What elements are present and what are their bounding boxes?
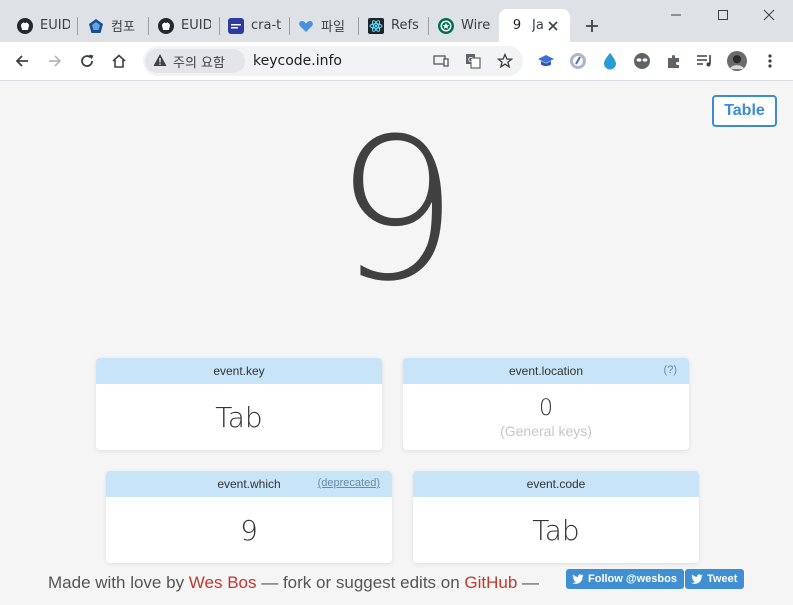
browser-chrome: EUID 컴포 EUID cra-t 파일 Refs Wire 9 Ja 주의 …	[0, 0, 793, 81]
github-icon	[17, 17, 33, 34]
footer-suffix: —	[517, 573, 540, 592]
card-body: Tab	[96, 384, 382, 450]
security-chip[interactable]: 주의 요함	[145, 49, 245, 73]
card-header: event.key	[96, 358, 382, 384]
home-icon[interactable]	[108, 50, 130, 72]
tab-euid-1[interactable]: EUID	[7, 9, 77, 42]
event-code-value: Tab	[532, 513, 580, 547]
tab-refs[interactable]: Refs	[358, 9, 428, 42]
keycode-icon: 9	[509, 18, 525, 34]
github-link[interactable]: GitHub	[464, 573, 517, 592]
reload-icon[interactable]	[76, 50, 98, 72]
card-title: event.location	[508, 364, 584, 378]
card-title: event.which	[217, 477, 281, 491]
svg-text:G: G	[468, 56, 473, 64]
event-location-value: 0	[539, 395, 553, 421]
address-bar[interactable]: 주의 요함 keycode.info G	[143, 46, 523, 76]
minimize-icon[interactable]	[665, 4, 687, 26]
graduation-cap-icon[interactable]	[536, 51, 556, 71]
tab-euid-2[interactable]: EUID	[148, 9, 218, 42]
forward-icon[interactable]	[44, 50, 66, 72]
tab-title: EUID	[40, 18, 70, 33]
tweet-label: Tweet	[707, 573, 738, 585]
event-which-value: 9	[240, 513, 258, 547]
tab-strip: EUID 컴포 EUID cra-t 파일 Refs Wire 9 Ja	[0, 0, 793, 42]
card-body: 9	[106, 497, 392, 563]
tab-title: 파일	[321, 20, 345, 35]
footer: Made with love by Wes Bos — fork or sugg…	[48, 573, 539, 593]
cast-icon[interactable]	[432, 52, 450, 70]
footer-middle: — fork or suggest edits on	[256, 573, 465, 592]
tab-title: Wire	[461, 18, 491, 33]
starbucks-icon	[438, 17, 454, 34]
tab-files[interactable]: 파일	[288, 9, 358, 42]
author-link[interactable]: Wes Bos	[189, 573, 257, 592]
event-key-value: Tab	[215, 400, 263, 434]
new-tab-icon[interactable]	[581, 15, 603, 37]
warning-icon	[153, 52, 167, 71]
footer-prefix: Made with love by	[48, 573, 189, 592]
twitter-icon	[691, 574, 703, 584]
card-header: event.which (deprecated)	[106, 471, 392, 497]
tab-favicon-text: 9	[512, 18, 522, 33]
mask-icon[interactable]	[632, 51, 652, 71]
media-queue-icon[interactable]	[695, 51, 715, 71]
tab-title: EUID	[181, 18, 211, 33]
card-event-which: event.which (deprecated) 9	[106, 471, 392, 563]
tab-wire[interactable]: Wire	[428, 9, 498, 42]
droplet-icon[interactable]	[600, 51, 620, 71]
security-label: 주의 요함	[173, 55, 225, 71]
twitter-icon	[572, 574, 584, 584]
card-event-location: event.location (?) 0 (General keys)	[403, 358, 689, 450]
follow-button[interactable]: Follow @wesbos	[566, 569, 684, 589]
event-location-note: (General keys)	[500, 422, 592, 439]
card-event-code: event.code Tab	[413, 471, 699, 563]
app-icon	[228, 17, 244, 34]
extension-circle-icon[interactable]	[568, 51, 588, 71]
card-header: event.code	[413, 471, 699, 497]
deprecated-link[interactable]: (deprecated)	[318, 477, 380, 489]
extensions-puzzle-icon[interactable]	[664, 51, 684, 71]
bookmark-star-icon[interactable]	[496, 52, 514, 70]
tab-title: 컴포	[111, 20, 135, 35]
translate-icon[interactable]: G	[464, 52, 482, 70]
card-header: event.location (?)	[403, 358, 689, 384]
maximize-icon[interactable]	[712, 4, 734, 26]
card-title: event.key	[213, 364, 265, 378]
window-close-icon[interactable]	[758, 4, 780, 26]
help-link[interactable]: (?)	[664, 364, 677, 376]
tweet-button[interactable]: Tweet	[685, 569, 745, 589]
card-body: Tab	[413, 497, 699, 563]
close-tab-icon[interactable]	[545, 18, 561, 34]
tab-title: cra-t	[251, 18, 281, 33]
heart-icon	[298, 18, 314, 34]
avatar[interactable]	[727, 51, 747, 71]
react-icon	[368, 17, 384, 34]
tab-keycode-active[interactable]: 9 Ja	[499, 9, 570, 42]
card-body: 0 (General keys)	[403, 384, 689, 450]
card-event-key: event.key Tab	[96, 358, 382, 450]
page-content: Table 9 event.key Tab event.location (?)…	[0, 81, 793, 605]
url-text: keycode.info	[253, 53, 342, 69]
tab-title: Refs	[391, 18, 419, 33]
back-icon[interactable]	[11, 50, 33, 72]
browser-toolbar: 주의 요함 keycode.info G	[0, 42, 793, 81]
menu-kebab-icon[interactable]	[760, 51, 780, 71]
pentagon-icon	[88, 18, 104, 34]
github-icon	[158, 17, 174, 34]
keycode-display: 9	[334, 97, 459, 325]
card-title: event.code	[526, 477, 586, 491]
follow-label: Follow @wesbos	[588, 573, 677, 585]
tab-components[interactable]: 컴포	[78, 9, 148, 42]
tab-cra[interactable]: cra-t	[218, 9, 290, 42]
